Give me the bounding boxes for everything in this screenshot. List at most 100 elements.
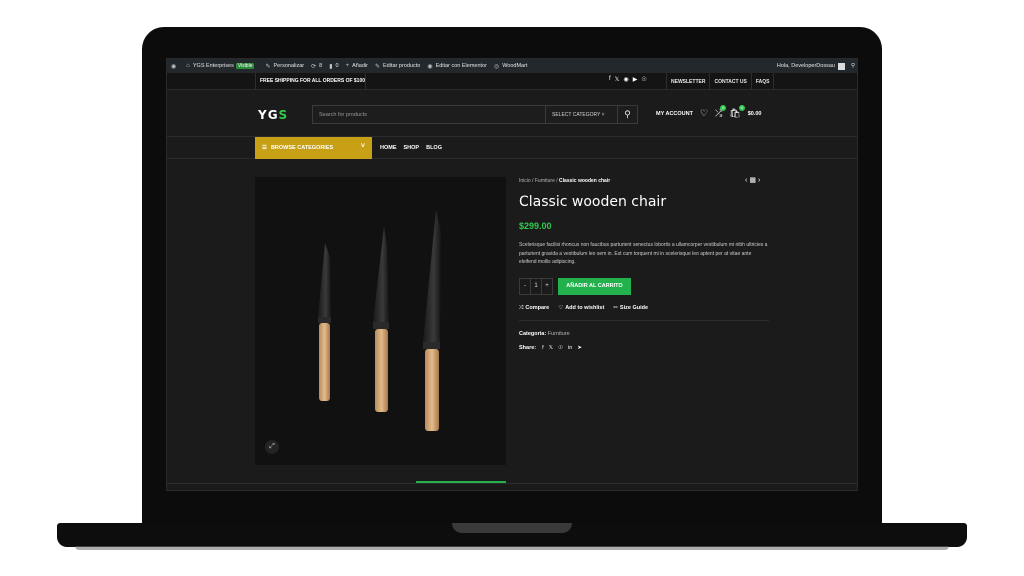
laptop-screen: ◉ ⌂ YGS Enterprises Visible ✎ Personalizar …: [166, 58, 858, 491]
breadcrumb-home[interactable]: Inicio: [519, 178, 531, 184]
laptop-shadow: [75, 546, 949, 550]
wishlist-heart-icon[interactable]: ♡: [700, 108, 708, 119]
admin-site-link[interactable]: ⌂ YGS Enterprises Visible: [186, 63, 258, 69]
search-form: Search for products SELECT CATEGORY ˅ ⚲: [312, 105, 638, 124]
admin-elementor-link[interactable]: ◉ Editar con Elementor: [427, 63, 487, 70]
shipping-notice: FREE SHIPPING FOR ALL ORDERS OF $100: [260, 78, 366, 84]
visible-badge: Visible: [235, 63, 255, 69]
divider: [365, 73, 366, 90]
wishlist-link[interactable]: ♡ Add to wishlist: [558, 305, 604, 312]
product-navigation: ‹▦›: [745, 176, 762, 184]
footer-strip: [167, 483, 857, 490]
comment-icon: ▮: [329, 63, 333, 70]
compare-link[interactable]: ⤮ Compare: [519, 305, 549, 312]
contact-us-link[interactable]: CONTACT US: [709, 73, 750, 90]
qty-minus-button[interactable]: -: [520, 279, 530, 294]
product-actions: ⤮ Compare ♡ Add to wishlist ✏ Size Guide: [519, 305, 648, 312]
qty-plus-button[interactable]: +: [542, 279, 552, 294]
admin-greeting[interactable]: Hola, DeveloperDossau: [777, 63, 835, 69]
breadcrumb: Inicio / Furniture / Classic wooden chai…: [519, 178, 611, 184]
qty-input[interactable]: 1: [530, 279, 542, 294]
zoom-expand-icon[interactable]: ⤢: [265, 440, 279, 454]
youtube-icon[interactable]: ▶: [633, 76, 638, 83]
facebook-icon[interactable]: f: [609, 76, 611, 83]
product-image[interactable]: [255, 177, 506, 465]
menu-item-blog[interactable]: BLOG: [426, 145, 442, 151]
newsletter-link[interactable]: NEWSLETTER: [666, 73, 709, 90]
product-description: Scelerisque facilisi rhoncus non faucibu…: [519, 242, 768, 265]
x-twitter-icon[interactable]: 𝕏: [615, 76, 620, 83]
site-header: YGS Search for products SELECT CATEGORY …: [167, 90, 857, 137]
telegram-icon[interactable]: ➤: [577, 345, 582, 351]
cart-count: 0: [738, 105, 745, 111]
wp-admin-bar: ◉ ⌂ YGS Enterprises Visible ✎ Personalizar …: [167, 59, 857, 73]
admin-add-new-link[interactable]: + Añadir: [346, 63, 368, 69]
product-price: $299.00: [519, 221, 552, 231]
admin-woodmart-link[interactable]: ◎ WoodMart: [494, 63, 528, 70]
cart-bag-icon[interactable]: 🛍 0: [729, 105, 745, 119]
wordpress-logo-icon[interactable]: ◉: [171, 63, 179, 70]
search-input[interactable]: Search for products: [319, 112, 367, 118]
pencil-icon: ✎: [374, 63, 381, 70]
social-links: f 𝕏 ◉ ▶ ☉: [609, 76, 647, 83]
admin-search-icon[interactable]: ⚲: [851, 63, 855, 69]
compare-count: 0: [720, 105, 727, 111]
pinterest-icon[interactable]: ☉: [641, 76, 646, 83]
divider: [255, 73, 256, 90]
product-category: Categoría: Furniture: [519, 331, 570, 337]
product-title: Classic wooden chair: [519, 194, 667, 210]
linkedin-icon[interactable]: in: [568, 345, 572, 351]
main-navigation: ☰ BROWSE CATEGORIES ˅ HOME SHOP BLOG: [167, 137, 857, 159]
compare-icon[interactable]: ⤮ 0: [715, 105, 727, 119]
breadcrumb-current: Classic wooden chair: [559, 178, 611, 184]
header-actions: MY ACCOUNT ♡ ⤮ 0 🛍 0 $0.00: [656, 105, 762, 119]
admin-edit-product-link[interactable]: ✎ Editar producto: [375, 63, 420, 70]
brush-icon: ✎: [265, 63, 271, 70]
share-links: Share: f 𝕏 ☉ in ➤: [519, 345, 582, 351]
menu-item-home[interactable]: HOME: [380, 145, 397, 151]
chevron-down-icon: ˅: [360, 143, 365, 150]
select-category-dropdown[interactable]: SELECT CATEGORY ˅: [545, 106, 617, 123]
admin-customize-link[interactable]: ✎ Personalizar: [265, 63, 304, 70]
search-button[interactable]: ⚲: [617, 106, 637, 123]
breadcrumb-category[interactable]: Furniture: [535, 178, 555, 184]
grid-icon[interactable]: ▦: [749, 177, 758, 184]
admin-updates-link[interactable]: ⟳ 8: [311, 63, 322, 70]
refresh-icon: ⟳: [311, 63, 317, 70]
knives-photo: [318, 210, 441, 431]
menu-hamburger-icon: ☰: [262, 145, 267, 151]
quantity-stepper: - 1 +: [519, 278, 553, 295]
top-links: NEWSLETTER CONTACT US FAQS: [666, 73, 775, 90]
size-guide-link[interactable]: ✏ Size Guide: [613, 305, 648, 312]
faqs-link[interactable]: FAQS: [750, 73, 775, 90]
menu-item-shop[interactable]: SHOP: [404, 145, 420, 151]
plus-icon: +: [345, 63, 350, 69]
top-bar: FREE SHIPPING FOR ALL ORDERS OF $100 f 𝕏…: [167, 73, 857, 90]
laptop-notch: [452, 523, 572, 533]
cart-total[interactable]: $0.00: [748, 111, 762, 117]
site-logo[interactable]: YGS: [258, 108, 288, 122]
woodmart-icon: ◎: [493, 63, 500, 70]
category-link[interactable]: Furniture: [548, 331, 570, 337]
my-account-link[interactable]: MY ACCOUNT: [656, 111, 693, 117]
add-to-cart-button[interactable]: AÑADIR AL CARRITO: [558, 278, 631, 295]
next-product-icon[interactable]: ›: [758, 177, 762, 184]
divider: [519, 320, 769, 321]
tab-indicator: [416, 481, 506, 483]
laptop-mockup: ◉ ⌂ YGS Enterprises Visible ✎ Personalizar …: [0, 0, 1024, 576]
browse-categories-button[interactable]: ☰ BROWSE CATEGORIES ˅: [255, 137, 372, 159]
elementor-icon: ◉: [427, 63, 433, 70]
primary-menu: HOME SHOP BLOG: [380, 145, 442, 151]
heart-icon: ♡: [558, 305, 564, 311]
ruler-icon: ✏: [613, 305, 618, 311]
home-icon: ⌂: [186, 63, 190, 69]
admin-comments-link[interactable]: ▮ 0: [329, 63, 338, 70]
x-twitter-icon[interactable]: 𝕏: [549, 345, 553, 351]
instagram-icon[interactable]: ◉: [624, 76, 629, 83]
avatar[interactable]: [837, 62, 845, 70]
shuffle-icon: ⤮: [519, 305, 524, 311]
chevron-down-icon: ˅: [601, 112, 605, 118]
pinterest-icon[interactable]: ☉: [558, 345, 563, 351]
facebook-icon[interactable]: f: [542, 345, 544, 351]
search-icon: ⚲: [624, 109, 631, 119]
